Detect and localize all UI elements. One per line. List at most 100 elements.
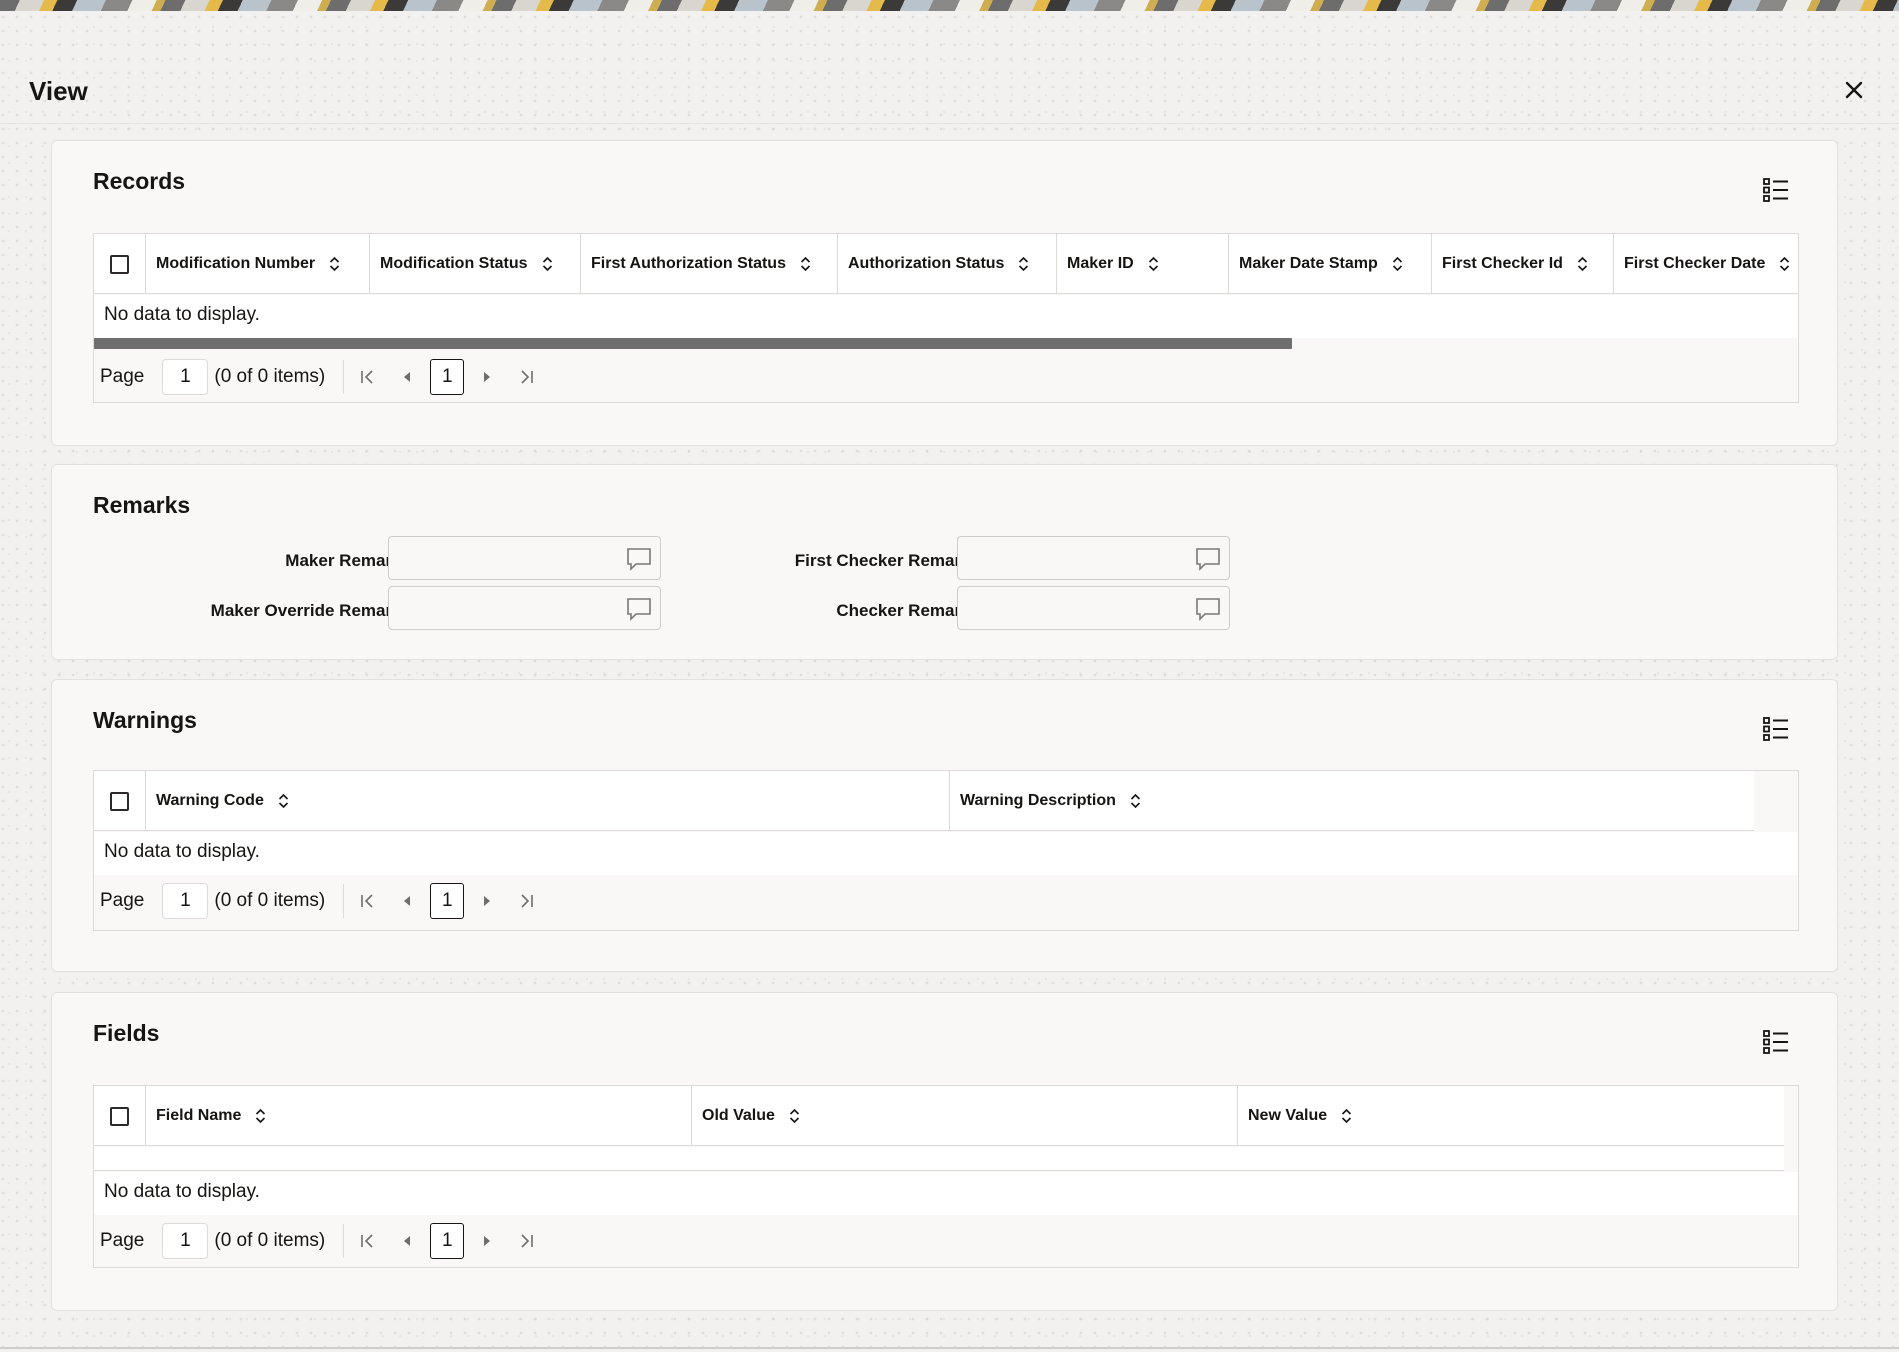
pager-label: Page xyxy=(100,1230,145,1251)
fields-table: Field Name Old Value New Value No data t… xyxy=(93,1085,1799,1268)
col-first-checker-date[interactable]: First Checker Date xyxy=(1614,234,1798,294)
fields-select-all xyxy=(94,1086,146,1146)
first-page-button[interactable] xyxy=(350,1224,384,1258)
pager-info: (0 of 0 items) xyxy=(214,1230,326,1251)
sort-updown-icon[interactable] xyxy=(1779,256,1790,272)
maker-remarks-field[interactable] xyxy=(388,536,661,580)
previous-page-button[interactable] xyxy=(390,884,424,918)
last-page-button[interactable] xyxy=(510,1224,544,1258)
records-pager: Page 1 (0 of 0 items) 1 xyxy=(100,359,544,395)
col-first-checker-id[interactable]: First Checker Id xyxy=(1432,234,1614,294)
select-all-checkbox[interactable] xyxy=(110,1106,129,1126)
next-page-icon xyxy=(484,896,491,906)
page-number-input[interactable]: 1 xyxy=(162,1223,209,1259)
current-page-button[interactable]: 1 xyxy=(430,359,465,395)
first-page-button[interactable] xyxy=(350,360,384,394)
next-page-icon xyxy=(484,1236,491,1246)
previous-page-button[interactable] xyxy=(390,1224,424,1258)
warnings-select-all xyxy=(94,771,146,831)
first-checker-remarks-field[interactable] xyxy=(957,536,1230,580)
warnings-no-data: No data to display. xyxy=(104,841,260,862)
records-section: Records Modification Number Modification… xyxy=(51,140,1838,446)
current-page-button[interactable]: 1 xyxy=(430,1223,465,1259)
top-banner xyxy=(0,0,1899,11)
sort-updown-icon[interactable] xyxy=(542,256,553,272)
next-page-button[interactable] xyxy=(470,884,504,918)
records-table: Modification Number Modification Status … xyxy=(93,233,1799,403)
col-warning-code[interactable]: Warning Code xyxy=(146,771,950,831)
col-modification-status[interactable]: Modification Status xyxy=(370,234,581,294)
fields-header-row: Field Name Old Value New Value xyxy=(94,1086,1784,1146)
fields-column-picker-button[interactable] xyxy=(1761,1027,1791,1057)
fields-empty-row xyxy=(94,1172,1798,1215)
chat-bubble-icon[interactable] xyxy=(1195,547,1221,576)
previous-page-icon xyxy=(404,372,411,382)
col-maker-id[interactable]: Maker ID xyxy=(1057,234,1229,294)
page-number-input[interactable]: 1 xyxy=(162,883,209,919)
chat-bubble-icon[interactable] xyxy=(626,547,652,576)
col-old-value[interactable]: Old Value xyxy=(692,1086,1238,1146)
records-header-row: Modification Number Modification Status … xyxy=(94,234,1798,294)
remarks-section: Remarks Maker Remarks Maker Override Rem… xyxy=(51,464,1838,660)
records-horizontal-scrollbar[interactable] xyxy=(94,338,1292,349)
maker-override-remarks-field[interactable] xyxy=(388,586,661,630)
checker-remarks-field[interactable] xyxy=(957,586,1230,630)
records-column-picker-button[interactable] xyxy=(1761,175,1791,205)
warnings-section: Warnings Warning Code Warning Descriptio… xyxy=(51,679,1838,972)
fields-spacer-row xyxy=(94,1147,1784,1171)
current-page-button[interactable]: 1 xyxy=(430,883,465,919)
first-page-icon xyxy=(361,1234,373,1248)
warnings-header-row: Warning Code Warning Description xyxy=(94,771,1754,831)
close-button[interactable] xyxy=(1836,72,1872,108)
sort-updown-icon[interactable] xyxy=(1130,793,1141,809)
col-field-name[interactable]: Field Name xyxy=(146,1086,692,1146)
pager-divider xyxy=(343,360,345,394)
previous-page-icon xyxy=(404,1236,411,1246)
col-modification-number[interactable]: Modification Number xyxy=(146,234,370,294)
fields-pager: Page 1 (0 of 0 items) 1 xyxy=(100,1223,544,1259)
sort-updown-icon[interactable] xyxy=(1018,256,1029,272)
col-authorization-status[interactable]: Authorization Status xyxy=(838,234,1057,294)
pager-info: (0 of 0 items) xyxy=(214,366,326,387)
next-page-button[interactable] xyxy=(470,360,504,394)
last-page-button[interactable] xyxy=(510,884,544,918)
col-warning-description[interactable]: Warning Description xyxy=(950,771,1754,831)
pager-divider xyxy=(343,884,345,918)
previous-page-button[interactable] xyxy=(390,360,424,394)
next-page-icon xyxy=(484,372,491,382)
records-empty-row xyxy=(94,295,1798,338)
sort-updown-icon[interactable] xyxy=(789,1108,800,1124)
pager-info: (0 of 0 items) xyxy=(214,890,326,911)
remarks-title: Remarks xyxy=(93,492,191,518)
col-maker-date-stamp[interactable]: Maker Date Stamp xyxy=(1229,234,1432,294)
sort-updown-icon[interactable] xyxy=(800,256,811,272)
first-checker-remarks-label: First Checker Remarks xyxy=(794,551,980,570)
first-page-button[interactable] xyxy=(350,884,384,918)
col-new-value[interactable]: New Value xyxy=(1238,1086,1784,1146)
dialog-title: View xyxy=(29,76,88,106)
sort-updown-icon[interactable] xyxy=(1148,256,1159,272)
sort-updown-icon[interactable] xyxy=(278,793,289,809)
previous-page-icon xyxy=(404,896,411,906)
select-all-checkbox[interactable] xyxy=(110,791,129,811)
next-page-button[interactable] xyxy=(470,1224,504,1258)
warnings-title: Warnings xyxy=(93,707,197,733)
last-page-icon xyxy=(521,894,534,908)
sort-updown-icon[interactable] xyxy=(1392,256,1403,272)
pager-divider xyxy=(343,1224,345,1258)
chat-bubble-icon[interactable] xyxy=(626,597,652,626)
close-icon xyxy=(1845,81,1863,99)
sort-updown-icon[interactable] xyxy=(1341,1108,1352,1124)
sort-updown-icon[interactable] xyxy=(255,1108,266,1124)
sort-updown-icon[interactable] xyxy=(329,256,340,272)
chat-bubble-icon[interactable] xyxy=(1195,597,1221,626)
first-page-icon xyxy=(361,894,373,908)
maker-override-remarks-label: Maker Override Remarks xyxy=(210,601,411,620)
last-page-button[interactable] xyxy=(510,360,544,394)
page-number-input[interactable]: 1 xyxy=(162,359,209,395)
select-all-checkbox[interactable] xyxy=(110,254,129,274)
col-first-authorization-status[interactable]: First Authorization Status xyxy=(581,234,838,294)
sort-updown-icon[interactable] xyxy=(1577,256,1588,272)
records-select-all xyxy=(94,234,146,294)
warnings-column-picker-button[interactable] xyxy=(1761,714,1791,744)
